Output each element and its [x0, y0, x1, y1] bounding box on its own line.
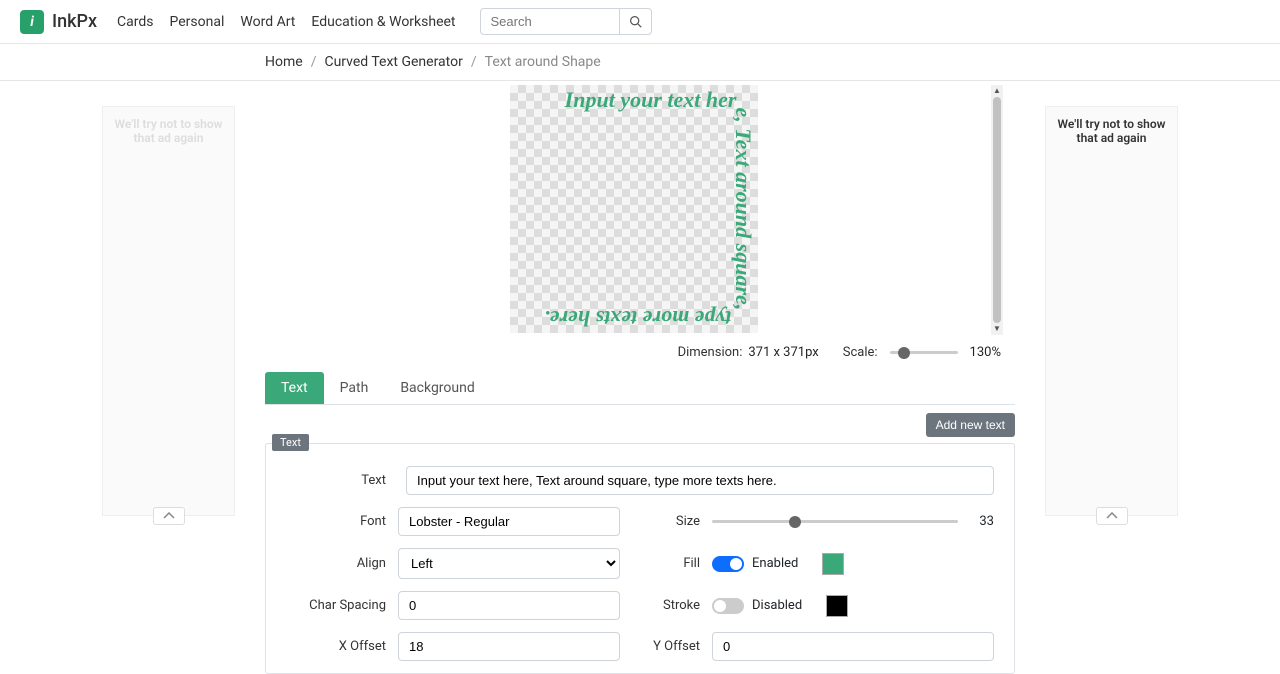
fill-toggle[interactable]	[712, 556, 744, 572]
ad-left-expand[interactable]	[153, 507, 185, 525]
size-slider[interactable]	[712, 520, 958, 523]
stroke-state: Disabled	[752, 598, 802, 613]
top-header: i InkPx Cards Personal Word Art Educatio…	[0, 0, 1280, 44]
search-group	[480, 8, 652, 35]
stroke-toggle[interactable]	[712, 598, 744, 614]
scrollbar-thumb[interactable]	[993, 97, 1001, 323]
align-label: Align	[286, 556, 386, 571]
scale-label: Scale:	[843, 345, 878, 360]
logo-icon[interactable]: i	[20, 10, 44, 34]
xoffset-label: X Offset	[286, 639, 386, 654]
dimension-bar: Dimension: 371 x 371px Scale: 130%	[265, 335, 1015, 364]
add-new-text-button[interactable]: Add new text	[926, 413, 1015, 437]
chevron-up-icon	[1106, 512, 1118, 520]
main-wrap: We'll try not to show that ad again We'l…	[0, 81, 1280, 674]
scroll-down-icon[interactable]: ▼	[991, 323, 1003, 335]
fill-state: Enabled	[752, 556, 798, 571]
breadcrumb-sep: /	[471, 54, 477, 70]
dimension-value: 371 x 371px	[748, 345, 818, 360]
fill-label: Fill	[650, 556, 700, 571]
breadcrumb-current: Text around Shape	[485, 54, 601, 70]
ad-right-expand[interactable]	[1096, 507, 1128, 525]
breadcrumb-sep: /	[311, 54, 317, 70]
xoffset-input[interactable]	[398, 632, 620, 661]
nav-education[interactable]: Education & Worksheet	[311, 14, 455, 30]
preview-canvas[interactable]: Input your text here, Text around square…	[510, 85, 758, 333]
add-btn-row: Add new text	[265, 405, 1015, 443]
search-icon	[629, 15, 642, 28]
dimension-label: Dimension:	[678, 345, 743, 360]
editor-container: Input your text here, Text around square…	[265, 81, 1015, 674]
align-select[interactable]: Left	[398, 548, 620, 579]
ad-left-text: We'll try not to show that ad again	[115, 117, 223, 145]
text-input[interactable]	[406, 466, 994, 495]
tab-text[interactable]: Text	[265, 372, 324, 404]
tab-background[interactable]: Background	[384, 372, 490, 404]
scale-value: 130%	[970, 345, 1001, 360]
size-label: Size	[650, 514, 700, 529]
editor-tabs: Text Path Background	[265, 372, 1015, 405]
fill-color-swatch[interactable]	[822, 553, 844, 575]
ad-right-text: We'll try not to show that ad again	[1058, 117, 1166, 145]
breadcrumb-bar: Home / Curved Text Generator / Text arou…	[0, 44, 1280, 81]
yoffset-input[interactable]	[712, 632, 994, 661]
panel-body: Text Font Size 33 Alig	[266, 444, 1014, 673]
font-label: Font	[286, 514, 386, 529]
tab-path[interactable]: Path	[324, 372, 385, 404]
text-panel: Text Text Font Size 33	[265, 443, 1015, 674]
scroll-up-icon[interactable]: ▲	[991, 85, 1003, 97]
panel-tag: Text	[272, 434, 309, 451]
breadcrumb-curved-text[interactable]: Curved Text Generator	[324, 54, 462, 70]
nav-personal[interactable]: Personal	[170, 14, 225, 30]
ad-right: We'll try not to show that ad again	[1045, 106, 1178, 516]
nav-word-art[interactable]: Word Art	[240, 14, 295, 30]
text-label: Text	[286, 473, 386, 488]
chevron-up-icon	[163, 512, 175, 520]
ad-left: We'll try not to show that ad again	[102, 106, 235, 516]
scale-slider[interactable]	[890, 351, 958, 354]
char-spacing-input[interactable]	[398, 591, 620, 620]
search-button[interactable]	[620, 8, 652, 35]
font-input[interactable]	[398, 507, 620, 536]
stroke-label: Stroke	[650, 598, 700, 613]
search-input[interactable]	[480, 8, 620, 35]
stroke-color-swatch[interactable]	[826, 595, 848, 617]
nav-cards[interactable]: Cards	[117, 14, 153, 30]
yoffset-label: Y Offset	[650, 639, 700, 654]
canvas-scrollbar[interactable]: ▲ ▼	[991, 85, 1003, 335]
size-value: 33	[970, 514, 994, 529]
preview-text-path: Input your text here, Text around square…	[544, 87, 756, 331]
svg-text:Input your text here, Text aro: Input your text here, Text around square…	[544, 87, 756, 331]
canvas-scroll: Input your text here, Text around square…	[265, 83, 1015, 335]
breadcrumb: Home / Curved Text Generator / Text arou…	[265, 54, 1015, 70]
brand-name[interactable]: InkPx	[52, 11, 97, 32]
char-spacing-label: Char Spacing	[286, 598, 386, 613]
breadcrumb-home[interactable]: Home	[265, 54, 303, 70]
preview-svg: Input your text here, Text around square…	[510, 85, 758, 333]
canvas-area: Input your text here, Text around square…	[265, 83, 1015, 364]
